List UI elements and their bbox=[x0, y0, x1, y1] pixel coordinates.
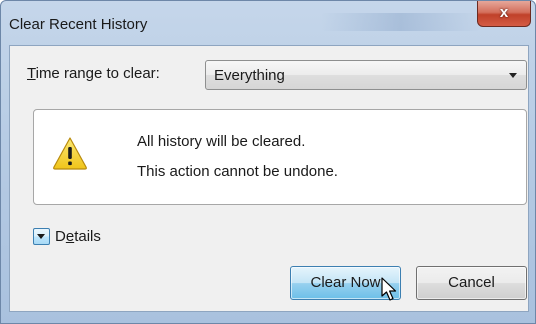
time-range-label: Time range to clear: bbox=[27, 65, 160, 82]
warning-message-line-2: This action cannot be undone. bbox=[137, 163, 338, 180]
details-label-accesskey: e bbox=[65, 228, 75, 245]
details-label[interactable]: Details bbox=[55, 228, 101, 245]
details-expand-toggle[interactable] bbox=[33, 228, 50, 245]
title-bar-background-blur bbox=[321, 13, 481, 31]
warning-icon bbox=[53, 137, 87, 170]
cancel-button[interactable]: Cancel bbox=[416, 266, 527, 300]
title-bar[interactable]: Clear Recent History x bbox=[1, 1, 535, 45]
time-range-label-text: ime range to clear: bbox=[35, 65, 160, 82]
details-label-end: tails bbox=[74, 228, 101, 245]
warning-message-box: All history will be cleared. This action… bbox=[33, 109, 527, 205]
dialog-title: Clear Recent History bbox=[9, 16, 148, 33]
mouse-pointer-icon bbox=[381, 277, 397, 301]
chevron-down-icon bbox=[509, 73, 517, 78]
close-button[interactable]: x bbox=[477, 1, 531, 27]
details-label-start: D bbox=[55, 228, 66, 245]
warning-message-line-1: All history will be cleared. bbox=[137, 133, 306, 150]
time-range-label-accesskey: T bbox=[27, 65, 36, 82]
time-range-select[interactable]: Everything bbox=[205, 60, 527, 90]
close-icon: x bbox=[499, 4, 509, 21]
time-range-selected-value: Everything bbox=[214, 67, 285, 84]
dialog-window: Clear Recent History x Time range to cle… bbox=[0, 0, 536, 324]
